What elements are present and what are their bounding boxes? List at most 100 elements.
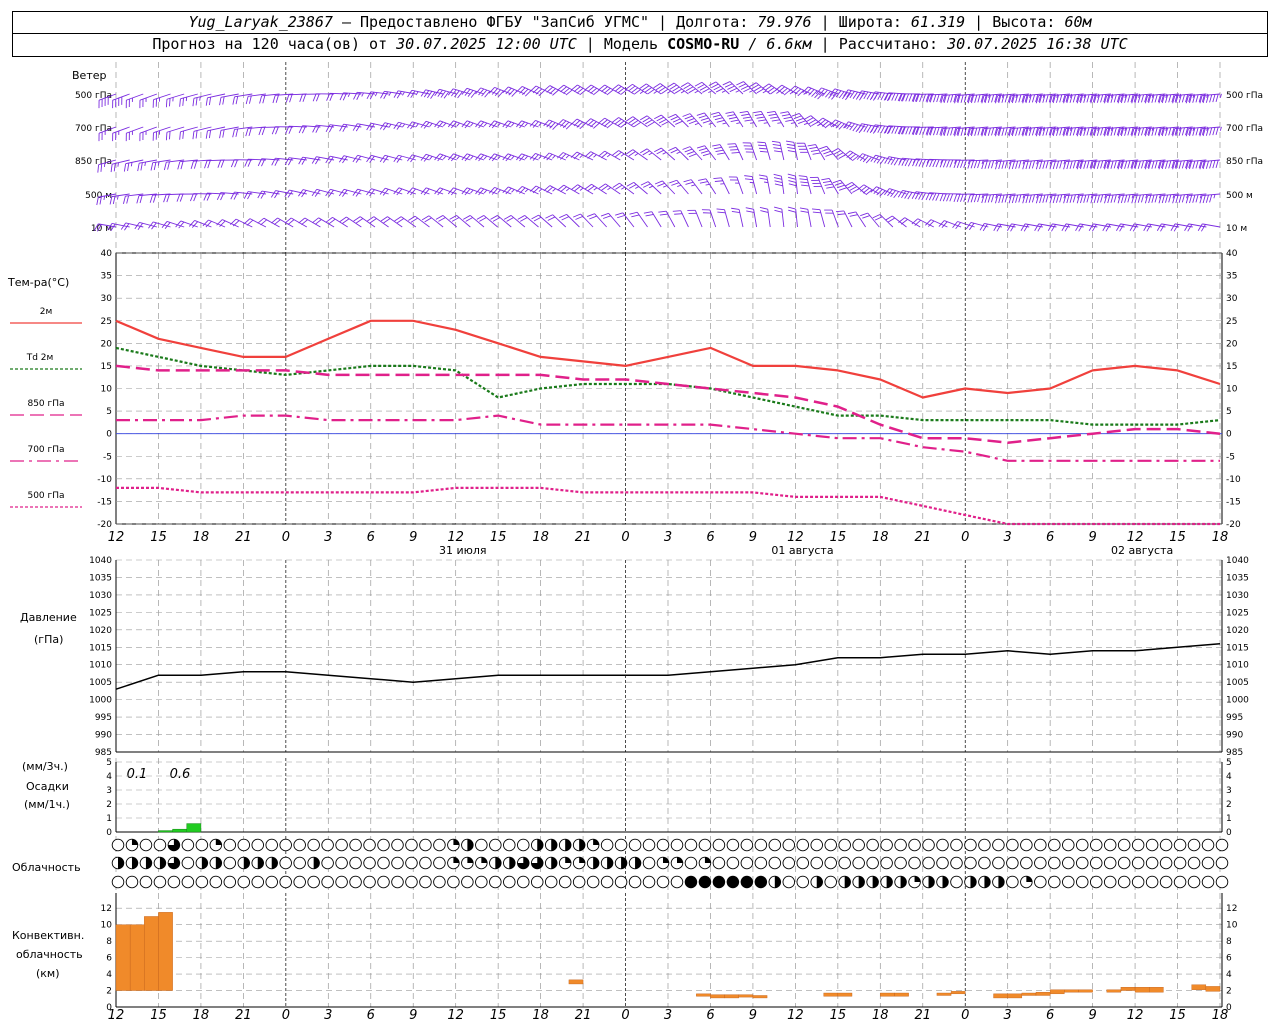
cloud-symbol [936,875,949,889]
cloud-circle [461,875,474,889]
press-ytick-right: 1015 [1226,643,1249,653]
cloud-circle [866,856,879,870]
cloud-sector [704,857,711,863]
wind-barb [773,173,785,195]
cloud-symbol [614,838,628,852]
cloud-symbol [153,875,167,889]
cloud-symbol [349,875,362,889]
wind-barb-flag [192,98,195,107]
time-label-temp: 6 [1046,530,1054,545]
cloud-circle [810,838,823,852]
wind-barb-flag [694,81,703,87]
cloud-symbol [489,875,502,889]
wind-barb-flag [698,178,707,181]
wind-barb-flag [123,196,126,204]
wind-barb [668,113,689,128]
wind-barb-flag [1100,127,1104,136]
wind-barb-flag [1001,127,1005,136]
wind-level-label-right: 500 м [1226,191,1253,201]
wind-barb-flag [311,156,317,164]
wind-barb-flag [860,212,868,217]
wind-barb-flag [998,195,1002,204]
wind-barb-flag [407,90,413,98]
wind-barb-flag [712,144,721,147]
wind-barb-flag [165,99,168,108]
wind-barb-flag [607,187,612,191]
wind-barb-shaft [580,213,594,228]
cloud-circle [377,856,390,870]
wind-barb-flag [686,118,695,122]
cloud-circle [405,875,418,889]
wind-barb-flag [463,215,471,220]
cloud-symbol [195,856,209,870]
precip-ytick-left: 3 [106,786,112,796]
wind-barb [758,174,771,195]
cloud-symbol [1117,856,1131,870]
wind-barb-flag [798,175,807,178]
cloud-circle [167,875,181,889]
cloud-circle [349,856,362,870]
wind-barb-flag [1181,127,1185,136]
cloud-circle [1215,875,1229,889]
wind-barb-shaft [676,179,689,195]
cloud-symbol [572,838,586,852]
cloud-sector [676,857,683,863]
wind-barb-shaft [651,211,662,228]
cloud-symbol [391,875,404,889]
cloud-symbol [1117,875,1131,889]
cloud-symbol [1173,875,1187,889]
cloud-sector [118,857,124,869]
wind-barb-flag [832,179,841,184]
wind-barb-flag [176,193,181,202]
conv-bar [894,992,909,997]
press-ytick-left: 1025 [89,608,112,618]
time-label-bottom: 21 [235,1008,252,1023]
wind-barb-flag [1010,224,1016,232]
time-label-bottom: 0 [621,1008,629,1023]
cloud-circle [894,838,907,852]
wind-barb-shaft [863,184,880,195]
cloud-symbol [1187,875,1201,889]
cloud-symbol [475,838,488,852]
cloud-circle [293,838,306,852]
wind-barb-flag [1018,160,1022,169]
wind-barb-flag [566,187,570,192]
cloud-circle [670,838,684,852]
cloud-circle [1117,856,1131,870]
wind-barb [407,187,430,196]
wind-barb-flag [921,192,926,201]
temp-ytick-right: 20 [1226,339,1238,349]
wind-barb-flag [653,83,661,89]
cloud-sector [900,876,907,888]
wind-barb-flag [552,188,556,192]
wind-barb-shaft [689,113,703,128]
wind-barb-flag [831,148,839,153]
cloud-sector [467,857,474,863]
wind-barb-flag [711,111,719,115]
wind-barb-flag [725,111,734,114]
cloud-circle [1034,838,1047,852]
wind-barb-flag [600,212,609,217]
time-label-bottom: 9 [749,1008,757,1023]
wind-barb-flag [822,180,831,184]
wind-barb-shaft [819,209,826,228]
conv-bar [1007,993,1023,999]
wind-barb-flag [688,153,697,158]
cloud-circle [517,838,530,852]
cloud-circle [1215,838,1229,852]
wind-barb-flag [773,177,782,180]
wind-barb-flag [757,141,766,144]
cloud-circle [782,856,796,870]
temp-legend-label: Td 2м [26,353,54,363]
wind-barb-flag [130,162,133,167]
wind-barb [529,120,553,128]
wind-level-label-left: 700 гПа [75,124,112,134]
cloud-symbol [1062,838,1075,852]
wind-barb-flag [730,119,739,123]
wind-barb-flag [942,159,947,168]
cloud-symbol [642,838,656,852]
cloud-symbol [1076,838,1089,852]
wind-barb [516,120,539,129]
wind-barb-flag [905,126,910,135]
wind-barb [447,120,471,129]
